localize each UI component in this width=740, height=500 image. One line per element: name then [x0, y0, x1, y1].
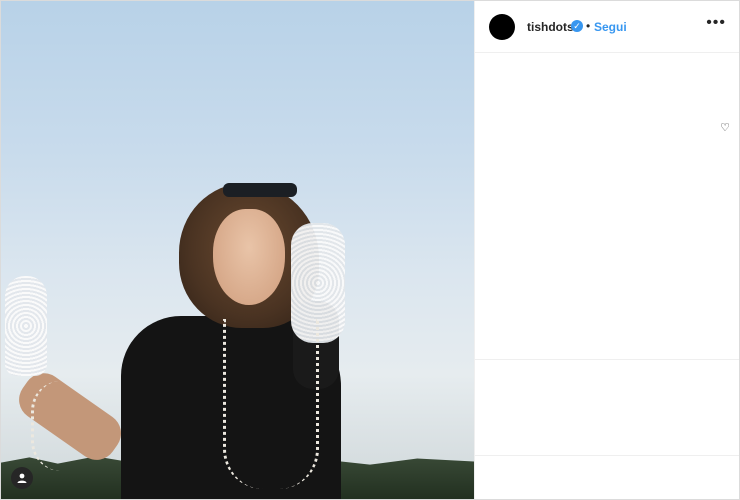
post-modal: tishdots ✓ • Segui ••• ♡ — [0, 0, 740, 500]
comments-area: ♡ — [475, 53, 739, 359]
post-header: tishdots ✓ • Segui ••• — [475, 1, 739, 53]
user-tag-button[interactable] — [11, 467, 33, 489]
person-face — [213, 209, 285, 305]
username-link[interactable]: tishdots — [527, 20, 574, 34]
verified-badge-icon: ✓ — [571, 20, 583, 32]
avatar[interactable] — [489, 14, 515, 40]
pearl-necklace — [223, 319, 319, 489]
left-lace-glove — [5, 276, 47, 376]
separator-dot: • — [586, 19, 591, 33]
sunglasses — [223, 183, 297, 197]
more-options-icon[interactable]: ••• — [706, 14, 726, 32]
post-photo[interactable] — [1, 1, 474, 499]
pearl-bracelet — [31, 381, 94, 471]
post-actions-area — [475, 359, 739, 456]
comment-composer[interactable] — [475, 455, 739, 499]
heart-icon[interactable]: ♡ — [720, 121, 730, 134]
person-icon — [17, 473, 27, 483]
post-side-panel: tishdots ✓ • Segui ••• ♡ — [474, 1, 739, 499]
follow-button[interactable]: Segui — [594, 20, 627, 34]
